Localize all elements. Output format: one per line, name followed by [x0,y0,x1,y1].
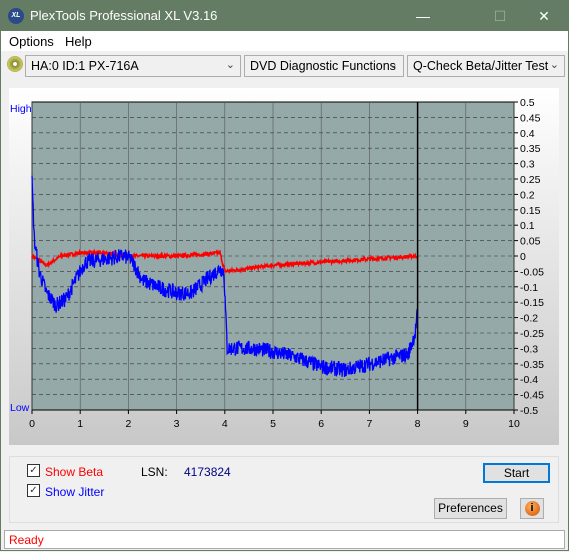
y-tick-label: -0.5 [520,405,538,417]
y-tick-label: 0.1 [520,220,535,232]
y-tick-label: 0 [520,251,526,263]
y-tick-label: 0.45 [520,112,541,124]
x-tick-label: 1 [77,418,83,430]
show-jitter-label[interactable]: Show Jitter [45,485,104,499]
show-beta-checkbox[interactable]: ✓ [27,464,40,477]
y-tick-label: 0.2 [520,189,535,201]
y-tick-label: -0.3 [520,343,538,355]
show-beta-label[interactable]: Show Beta [45,465,103,479]
start-button[interactable]: Start [483,463,550,483]
y-tick-label: 0.5 [520,97,535,109]
x-tick-label: 3 [174,418,180,430]
x-tick-label: 7 [366,418,372,430]
x-tick-label: 8 [415,418,421,430]
y-low-label: Low [10,402,30,414]
lsn-value: 4173824 [184,465,231,479]
lsn-label: LSN: [141,465,168,479]
show-jitter-checkbox[interactable]: ✓ [27,484,40,497]
y-tick-label: 0.15 [520,205,541,217]
y-tick-label: 0.25 [520,174,541,186]
x-tick-label: 5 [270,418,276,430]
y-tick-label: -0.35 [520,359,544,371]
y-tick-label: -0.2 [520,313,538,325]
y-tick-label: -0.05 [520,266,544,278]
x-tick-label: 2 [125,418,131,430]
y-tick-label: 0.05 [520,236,541,248]
x-tick-label: 0 [29,418,35,430]
y-tick-label: -0.15 [520,297,544,309]
y-high-label: High [10,103,32,115]
y-tick-label: 0.3 [520,159,535,171]
info-icon: i [524,501,540,516]
y-tick-label: 0.35 [520,143,541,155]
y-tick-label: -0.1 [520,282,538,294]
preferences-button[interactable]: Preferences [434,498,507,519]
info-button[interactable]: i [520,498,544,519]
y-tick-label: 0.4 [520,128,535,140]
x-tick-label: 9 [463,418,469,430]
x-tick-label: 10 [508,418,520,430]
x-tick-label: 6 [318,418,324,430]
status-bar: Ready [4,530,565,549]
x-tick-label: 4 [222,418,228,430]
y-tick-label: -0.45 [520,390,544,402]
y-tick-label: -0.25 [520,328,544,340]
y-tick-label: -0.4 [520,374,538,386]
